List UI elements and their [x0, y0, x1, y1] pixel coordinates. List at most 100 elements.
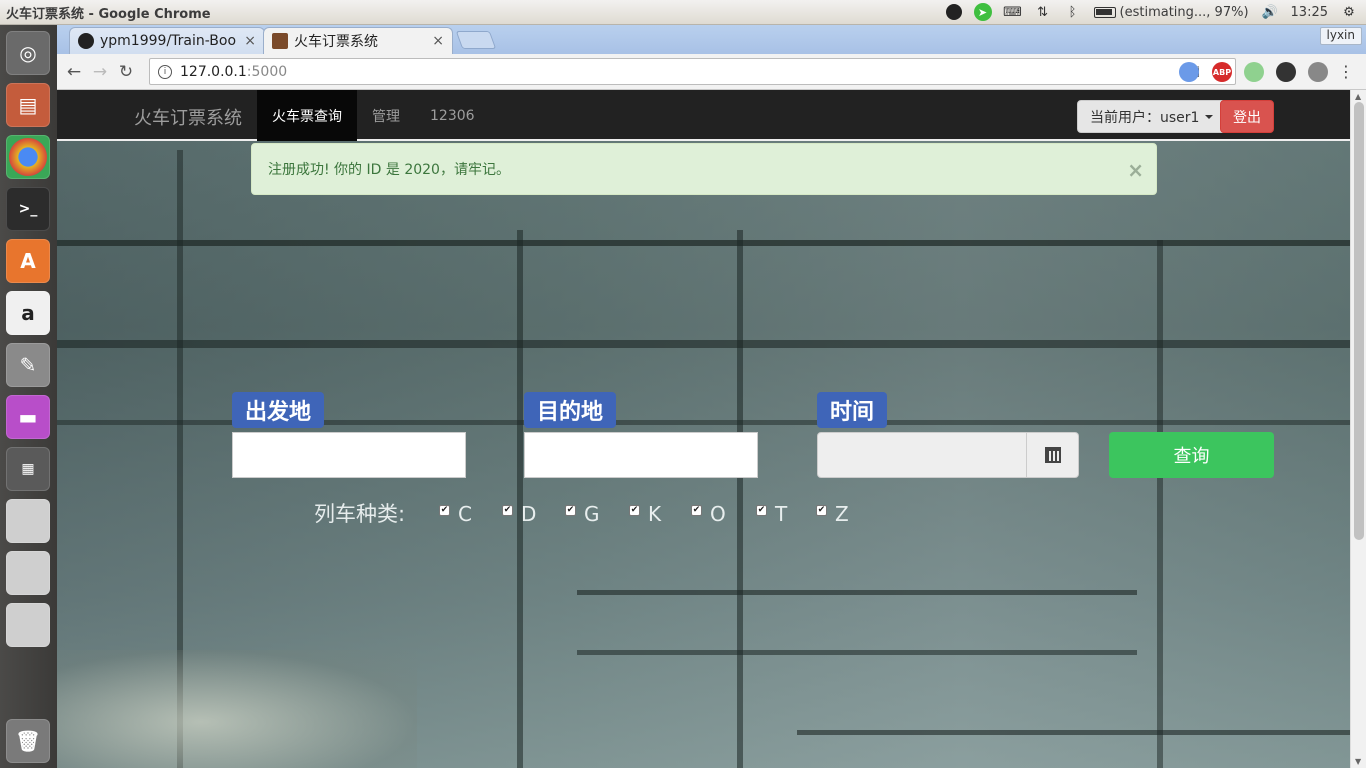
train-type-d[interactable]: ✔ D [502, 502, 536, 526]
checkbox[interactable]: ✔ [816, 505, 827, 516]
browser-toolbar: ← → ↻ i 127.0.0.1:5000 ⚿ ☆ ABP ⋮ [57, 54, 1366, 90]
files-icon[interactable]: ▤ [6, 83, 50, 127]
train-type-code: Z [835, 502, 849, 526]
close-icon[interactable]: × [1127, 158, 1144, 182]
caret-down-icon [1205, 114, 1214, 119]
tab-github[interactable]: ypm1999/Train-Boo × [69, 27, 265, 54]
reload-icon[interactable]: ↻ [113, 62, 139, 82]
volume-icon[interactable]: 🔊 [1261, 3, 1279, 21]
train-type-t[interactable]: ✔ T [756, 502, 787, 526]
from-label: 出发地 [232, 392, 325, 428]
train-type-label: 列车种类: [314, 502, 406, 526]
user-dropdown[interactable]: 当前用户：user1 [1077, 100, 1227, 133]
background-pole [517, 230, 523, 768]
background-pole [1157, 240, 1163, 768]
address-bar[interactable]: i 127.0.0.1:5000 ⚿ ☆ [149, 58, 1236, 85]
to-input[interactable] [524, 432, 758, 478]
checkbox[interactable]: ✔ [756, 505, 767, 516]
workspace-icon[interactable]: ▦ [6, 447, 50, 491]
checkbox[interactable]: ✔ [439, 505, 450, 516]
terminal-icon[interactable]: >_ [6, 187, 50, 231]
battery-indicator[interactable]: (estimating..., 97%) [1093, 4, 1249, 20]
telegram-icon[interactable]: ➤ [973, 3, 992, 21]
background-wire [797, 730, 1350, 735]
train-type-code: G [584, 502, 600, 526]
extension-icon[interactable] [1308, 62, 1328, 82]
train-type-code: D [521, 502, 537, 526]
keyboard-icon[interactable]: ⌨ [1003, 3, 1022, 21]
window-title: 火车订票系统 - Google Chrome [6, 6, 211, 22]
adblock-icon[interactable]: ABP [1212, 62, 1232, 82]
date-input[interactable] [817, 432, 1027, 478]
system-top-panel: 火车订票系统 - Google Chrome ➤ ⌨ ⇅ ᛒ (estimati… [0, 0, 1366, 25]
trash-icon[interactable]: 🗑 [6, 719, 50, 763]
checkbox[interactable]: ✔ [629, 505, 640, 516]
clock[interactable]: 13:25 [1291, 5, 1328, 20]
site-brand[interactable]: 火车订票系统 [134, 104, 242, 130]
presentation-icon[interactable]: ▬ [6, 395, 50, 439]
profile-button[interactable]: lyxin [1319, 27, 1362, 45]
calendar-button[interactable] [1027, 432, 1079, 478]
extension-icon[interactable] [1244, 62, 1264, 82]
checkbox[interactable]: ✔ [691, 505, 702, 516]
forward-icon[interactable]: → [87, 62, 113, 82]
url-port: :5000 [246, 63, 288, 80]
back-icon[interactable]: ← [61, 62, 87, 82]
dash-icon[interactable]: ◎ [6, 31, 50, 75]
nav-ticket-query[interactable]: 火车票查询 [257, 90, 357, 141]
nav-12306[interactable]: 12306 [415, 90, 490, 141]
background-wire [577, 650, 1137, 655]
nav-manage[interactable]: 管理 [357, 90, 415, 141]
user-label: 当前用户：user1 [1090, 109, 1200, 126]
software-center-icon[interactable]: A [6, 239, 50, 283]
alert-message: 注册成功! 你的 ID 是 2020，请牢记。 [268, 162, 510, 178]
system-tray: ➤ ⌨ ⇅ ᛒ (estimating..., 97%) 🔊 13:25 ⚙ [945, 3, 1366, 21]
page-scrollbar[interactable]: ▲ ▼ [1350, 90, 1366, 768]
info-icon[interactable]: i [158, 64, 172, 79]
background-wire [577, 590, 1137, 595]
train-type-g[interactable]: ✔ G [565, 502, 600, 526]
battery-text: (estimating..., 97%) [1119, 4, 1249, 20]
tab-train-system[interactable]: 火车订票系统 × [263, 27, 453, 54]
new-tab-button[interactable] [455, 31, 497, 49]
train-type-o[interactable]: ✔ O [691, 502, 726, 526]
drive-icon[interactable] [6, 551, 50, 595]
qq-icon[interactable] [945, 4, 962, 20]
page-viewport: 火车订票系统 火车票查询 管理 12306 当前用户：user1 登出 注册成功… [57, 90, 1350, 768]
menu-icon[interactable]: ⋮ [1338, 62, 1354, 81]
tab-label: ypm1999/Train-Boo [100, 33, 237, 49]
close-icon[interactable]: × [244, 33, 256, 49]
tab-strip: ypm1999/Train-Boo × 火车订票系统 × lyxin [57, 25, 1366, 54]
drive-icon[interactable] [6, 499, 50, 543]
calendar-icon [1044, 447, 1061, 463]
date-picker[interactable] [817, 432, 1079, 478]
time-label: 时间 [817, 392, 888, 428]
train-type-c[interactable]: ✔ C [439, 502, 472, 526]
battery-icon [1093, 6, 1116, 18]
query-button[interactable]: 查询 [1109, 432, 1274, 478]
train-type-code: T [775, 502, 788, 526]
logout-button[interactable]: 登出 [1220, 100, 1274, 133]
bluetooth-icon[interactable]: ᛒ [1064, 3, 1082, 21]
amazon-icon[interactable]: a [6, 291, 50, 335]
train-type-code: C [458, 502, 472, 526]
scroll-down-icon[interactable]: ▼ [1355, 757, 1361, 766]
train-type-z[interactable]: ✔ Z [816, 502, 849, 526]
drive-icon[interactable] [6, 603, 50, 647]
train-type-k[interactable]: ✔ K [629, 502, 661, 526]
checkbox[interactable]: ✔ [502, 505, 513, 516]
scroll-up-icon[interactable]: ▲ [1355, 92, 1361, 101]
close-icon[interactable]: × [432, 33, 444, 49]
extension-icon[interactable] [1276, 62, 1296, 82]
to-label: 目的地 [524, 392, 617, 428]
gear-icon[interactable]: ⚙ [1340, 3, 1358, 21]
from-input[interactable] [232, 432, 466, 478]
checkbox[interactable]: ✔ [565, 505, 576, 516]
scrollbar-thumb[interactable] [1354, 102, 1364, 540]
extension-icon[interactable] [1179, 62, 1199, 82]
success-alert: 注册成功! 你的 ID 是 2020，请牢记。 × [251, 143, 1157, 195]
chrome-icon[interactable] [6, 135, 50, 179]
background-pole [737, 230, 743, 768]
settings-icon[interactable]: ✎ [6, 343, 50, 387]
network-icon[interactable]: ⇅ [1034, 3, 1052, 21]
